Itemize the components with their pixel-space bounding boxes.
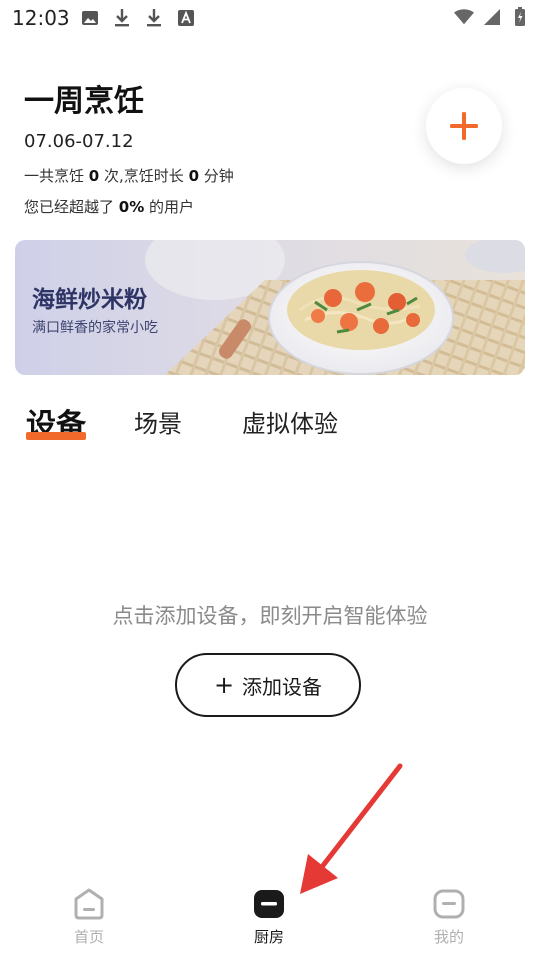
nav-profile-label: 我的 <box>433 928 464 946</box>
empty-state-hint: 点击添加设备，即刻开启智能体验 <box>112 604 428 628</box>
plus-icon <box>450 112 478 140</box>
add-button[interactable] <box>426 88 502 164</box>
home-icon <box>74 888 104 920</box>
active-tab-indicator <box>26 432 86 440</box>
add-device-button[interactable]: + 添加设备 <box>175 653 361 717</box>
banner-subtitle: 满口鲜香的家常小吃 <box>32 320 158 336</box>
notification-icons <box>80 8 196 28</box>
date-range: 07.06-07.12 <box>24 131 134 152</box>
recipe-banner[interactable]: 海鲜炒米粉 满口鲜香的家常小吃 <box>15 240 525 375</box>
cooking-count: 0 <box>88 167 100 185</box>
nav-home-label: 首页 <box>73 928 104 946</box>
wifi-icon <box>454 7 474 27</box>
stats-middle: 次,烹饪时长 <box>104 167 184 185</box>
cooking-stats: 一共烹饪 0 次,烹饪时长 0 分钟 <box>24 165 234 186</box>
system-icons <box>454 7 530 27</box>
add-device-label: 添加设备 <box>242 674 323 699</box>
signal-icon <box>482 7 502 27</box>
banner-title: 海鲜炒米粉 <box>32 287 147 313</box>
image-icon <box>80 8 100 28</box>
page-title: 一周烹饪 <box>24 84 144 119</box>
user-rank: 您已经超越了 0% 的用户 <box>24 196 194 217</box>
tab-virtual-experience[interactable]: 虚拟体验 <box>242 404 338 439</box>
status-bar: 12:03 <box>0 0 540 38</box>
download-icon <box>112 8 132 28</box>
kitchen-icon <box>254 890 284 918</box>
stats-suffix: 分钟 <box>203 167 234 185</box>
nav-home[interactable]: 首页 <box>49 888 129 947</box>
plus-icon: + <box>213 671 235 699</box>
rank-percent: 0% <box>118 198 145 216</box>
font-icon <box>176 8 196 28</box>
rank-prefix: 您已经超越了 <box>24 198 115 216</box>
nav-kitchen[interactable]: 厨房 <box>229 888 309 947</box>
bottom-navigation: 首页 厨房 我的 <box>0 870 540 960</box>
battery-icon <box>510 7 530 27</box>
cooking-duration: 0 <box>188 167 200 185</box>
rank-suffix: 的用户 <box>149 198 195 216</box>
nav-kitchen-label: 厨房 <box>253 928 284 946</box>
download-icon <box>144 8 164 28</box>
profile-icon <box>433 889 465 919</box>
tab-scenes[interactable]: 场景 <box>134 404 182 439</box>
stats-prefix: 一共烹饪 <box>24 167 85 185</box>
nav-profile[interactable]: 我的 <box>409 888 489 947</box>
status-time: 12:03 <box>12 6 70 30</box>
